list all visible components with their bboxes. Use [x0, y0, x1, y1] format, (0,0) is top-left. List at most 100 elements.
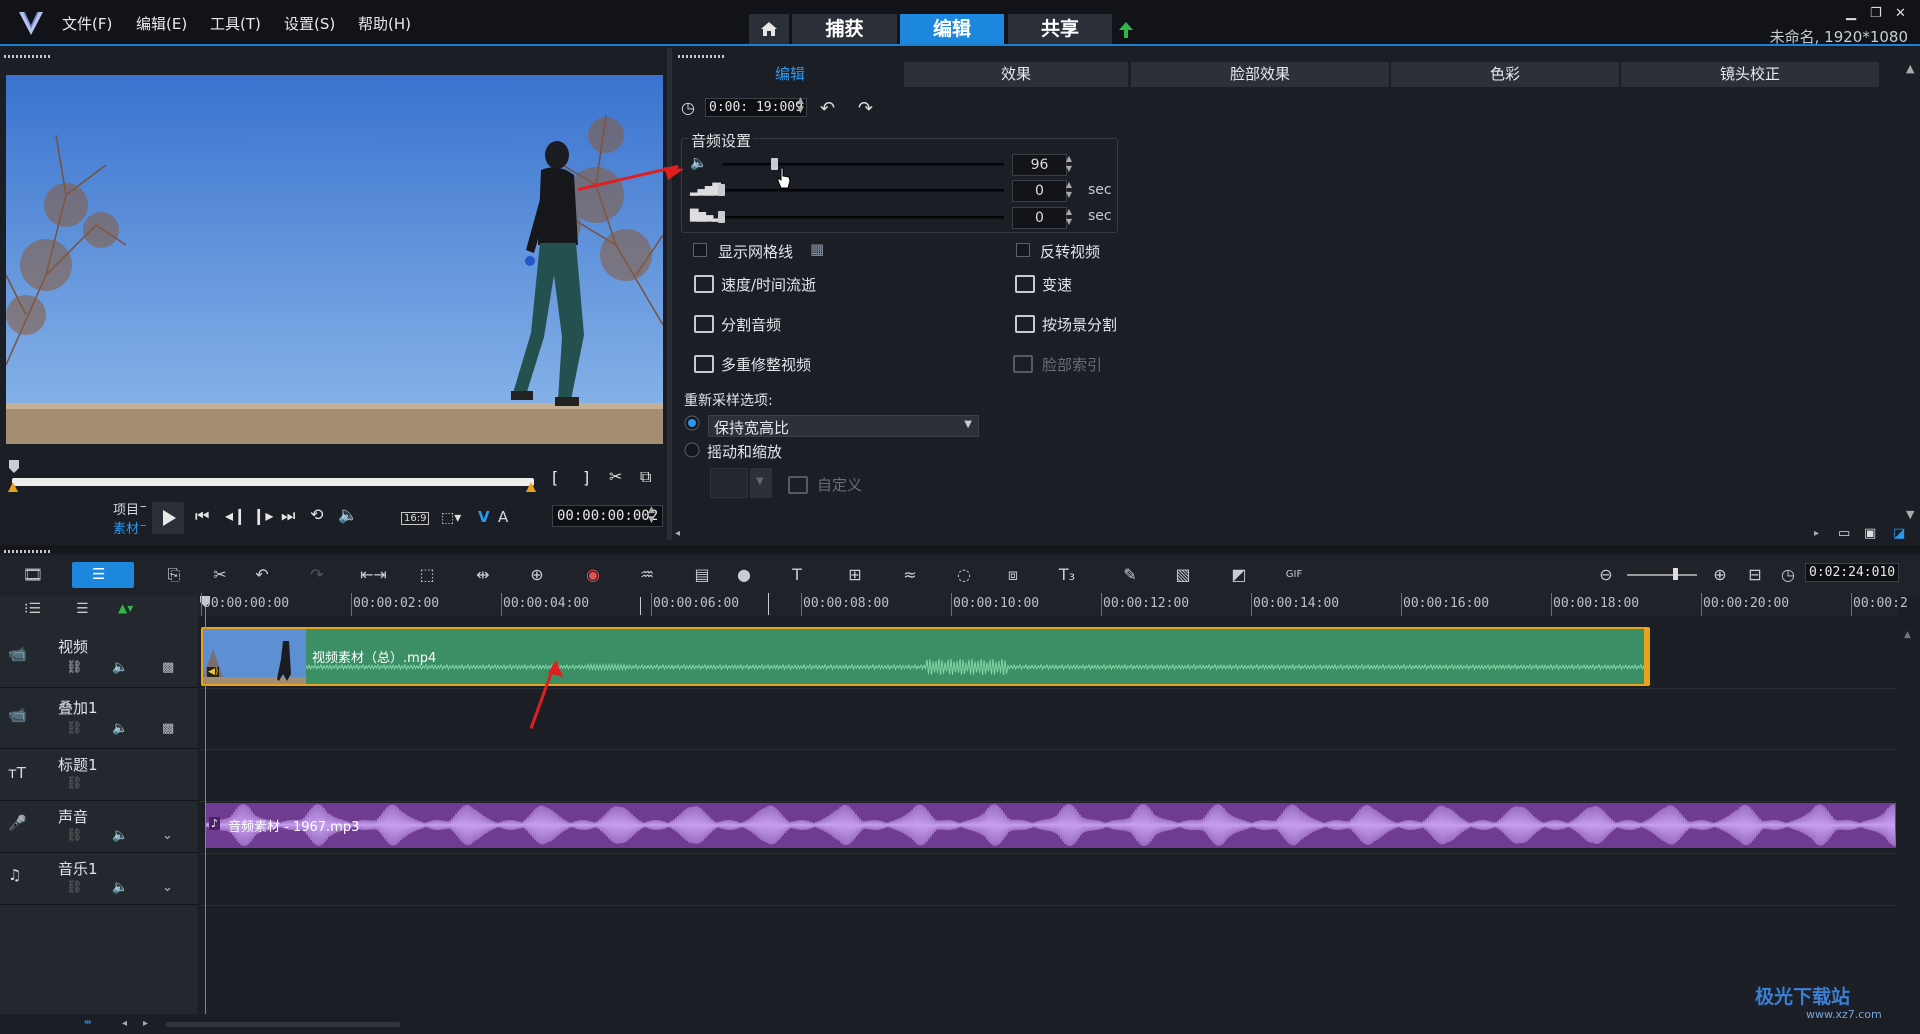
chapter-icon[interactable]: ▤ [691, 565, 713, 585]
motion-icon[interactable]: ⊕ [526, 565, 548, 585]
layout-icon-1[interactable]: ▭ [1838, 526, 1850, 541]
track-voice[interactable]: 🎤 声音 ⛓ 🔈 ⌄ [0, 802, 198, 853]
trim-out-handle[interactable] [526, 480, 536, 492]
menu-help[interactable]: 帮助(H) [358, 13, 411, 34]
menu-settings[interactable]: 设置(S) [284, 13, 335, 34]
variable-speed-icon[interactable] [1015, 275, 1035, 293]
menu-tools[interactable]: 工具(T) [210, 13, 261, 34]
zoom-slider-knob[interactable] [1673, 568, 1678, 580]
link-icon[interactable]: ⛓ [66, 721, 83, 736]
split-audio-icon[interactable] [694, 315, 714, 333]
menu-file[interactable]: 文件(F) [62, 13, 112, 34]
duration-spinner[interactable]: ▲ ▼ [797, 97, 804, 115]
record-icon[interactable]: ◉ [582, 565, 604, 585]
scrub-bar[interactable] [12, 478, 534, 486]
fade-in-slider[interactable] [722, 189, 1004, 192]
audio-clip[interactable]: ♪ 音频素材 - 1967.mp3 [206, 803, 1896, 848]
expand-chevron-icon[interactable]: ⌄ [162, 880, 173, 895]
split-icon[interactable]: ⇹ [472, 565, 494, 585]
mute-icon[interactable]: 🔈 [112, 721, 128, 736]
volume-icon[interactable]: 🔈 [338, 505, 358, 524]
link-icon[interactable]: ⛓ [66, 776, 83, 791]
grid-icon[interactable]: ⊞ [844, 565, 866, 585]
lane-overlay[interactable] [200, 689, 1896, 750]
close-icon[interactable]: ✕ [1895, 6, 1906, 21]
fade-out-slider-knob[interactable] [718, 211, 725, 223]
play-button[interactable] [152, 502, 184, 534]
next-frame-icon[interactable]: ❙▸ [252, 506, 273, 525]
track-overlay1[interactable]: 📹 叠加1 ⛓ 🔈 ▩ [0, 689, 198, 749]
a-track-toggle[interactable]: A [498, 508, 508, 526]
undo-icon[interactable]: ↶ [251, 565, 273, 585]
mode-project[interactable]: 项目 [113, 499, 139, 518]
video-clip[interactable]: ◀) 视频素材（总）.mp4 [201, 627, 1650, 686]
lane-music[interactable] [200, 854, 1896, 906]
split-by-scene-button[interactable]: 按场景分割 [1042, 314, 1117, 335]
scroll-up-icon[interactable]: ▲ [1906, 62, 1914, 75]
subtab-lens-correction[interactable]: 镜头校正 [1621, 62, 1879, 87]
show-grid-checkbox[interactable] [693, 243, 707, 257]
repeat-icon[interactable]: ⟲ [310, 505, 323, 524]
fade-in-input[interactable]: 0 [1012, 180, 1067, 202]
zoom-slider[interactable] [1627, 574, 1697, 576]
timeline-splitter[interactable] [0, 545, 1920, 553]
playhead[interactable] [205, 596, 206, 1014]
scroll-up-icon[interactable]: ▲ [1904, 630, 1911, 640]
timeline-horizontal-scrollbar[interactable]: ⇹ ◂ ▸ [0, 1014, 1920, 1034]
timeline-grip[interactable] [4, 550, 50, 553]
link-icon[interactable]: ⛓ [66, 828, 83, 843]
aspect-ratio-button[interactable]: 16:9 [401, 512, 430, 525]
tools-icon[interactable]: ✂ [209, 565, 231, 585]
layout-icon-3[interactable]: ◪ [1893, 526, 1905, 541]
rotate-left-icon[interactable]: ↶ [820, 98, 835, 119]
subtab-face-effect[interactable]: 脸部效果 [1131, 62, 1389, 87]
3d-title-icon[interactable]: T₃ [1056, 565, 1078, 585]
menu-edit[interactable]: 编辑(E) [136, 13, 187, 34]
tab-share[interactable]: 共享 [1008, 14, 1112, 44]
clip-trim-handle[interactable] [1644, 629, 1648, 684]
color-icon[interactable]: ● [733, 565, 755, 585]
minimize-icon[interactable]: ▁ [1846, 6, 1856, 21]
timeline-vertical-scrollbar[interactable]: ▲ [1898, 628, 1920, 1014]
scroll-left-icon[interactable]: ◂ [675, 528, 680, 539]
timeline-timecode[interactable]: 0:02:24:010 [1805, 563, 1900, 582]
highlight-icon[interactable]: ◩ [1228, 565, 1250, 585]
redo-icon[interactable]: ↷ [306, 565, 328, 585]
speed-time-icon[interactable] [694, 275, 714, 293]
scroll-down-icon[interactable]: ▼ [1906, 508, 1914, 521]
reverse-video-label[interactable]: 反转视频 [1040, 241, 1100, 262]
subtab-effect[interactable]: 效果 [904, 62, 1128, 87]
show-grid-label[interactable]: 显示网格线 [718, 241, 793, 262]
paint-icon[interactable]: ✎ [1119, 565, 1141, 585]
multi-trim-button[interactable]: 多重修整视频 [721, 354, 811, 375]
mark-in-button[interactable]: [ [552, 468, 558, 487]
tab-edit[interactable]: 编辑 [900, 14, 1004, 44]
mode-clip[interactable]: 素材 [113, 518, 139, 537]
scrub-start-marker[interactable] [8, 460, 20, 474]
layout-icon-2[interactable]: ▣ [1864, 526, 1876, 541]
reverse-video-checkbox[interactable] [1016, 243, 1030, 257]
track-title1[interactable]: ᴛT 标题1 ⛓ [0, 750, 198, 801]
grid-settings-icon[interactable]: ▦ [810, 240, 824, 258]
mute-icon[interactable]: 🔈 [112, 828, 128, 843]
split-screen-icon[interactable]: ▧ [1172, 565, 1194, 585]
speed-time-button[interactable]: 速度/时间流逝 [721, 274, 816, 295]
track-music1[interactable]: ♫ 音乐1 ⛓ 🔈 ⌄ [0, 854, 198, 905]
panel-grip[interactable] [4, 55, 50, 58]
timecode-spinner[interactable]: ▲ ▼ [648, 505, 655, 525]
scroll-left-icon[interactable]: ◂ [122, 1018, 127, 1029]
fit-icon[interactable]: ⇤⇥ [360, 565, 387, 585]
v-track-toggle[interactable]: V [478, 508, 490, 526]
home-button[interactable] [749, 14, 789, 44]
fade-in-slider-knob[interactable] [718, 184, 725, 196]
motion-tracking-icon[interactable]: ≈ [899, 565, 921, 585]
multi-trim-icon[interactable] [694, 355, 714, 373]
upload-arrow-icon[interactable] [1118, 21, 1134, 39]
fade-out-slider[interactable] [722, 216, 1004, 219]
player-timecode[interactable]: 00:00:00:002 [552, 505, 664, 527]
add-media-icon[interactable]: ⎘ [163, 565, 185, 585]
rotate-right-icon[interactable]: ↷ [858, 98, 873, 119]
copy-frame-icon[interactable]: ⧉ [640, 467, 651, 487]
trim-in-handle[interactable] [8, 480, 18, 492]
panel-grip-right[interactable] [678, 55, 724, 58]
